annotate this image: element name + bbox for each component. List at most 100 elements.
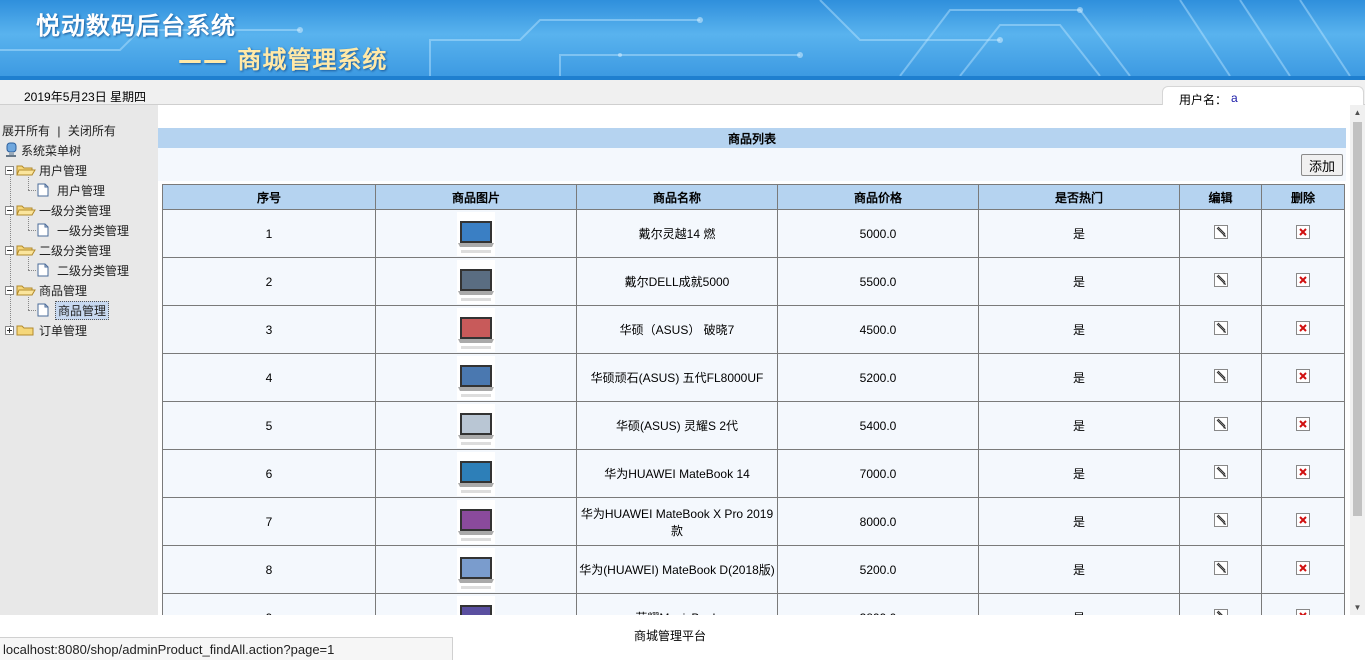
table-row: 6 华为HUAWEI MateBook 14 7000.0 是 <box>162 449 1345 498</box>
page-icon <box>37 263 49 277</box>
user-info-box: 用户名： a <box>1162 86 1364 107</box>
scroll-down-arrow-icon[interactable]: ▼ <box>1350 600 1365 615</box>
delete-icon <box>1296 273 1310 287</box>
tree-group-category1[interactable]: 一级分类管理 <box>5 201 111 219</box>
product-image-cell <box>375 497 577 546</box>
tree-item-product-manage[interactable]: 商品管理 <box>37 300 110 320</box>
vertical-scrollbar[interactable]: ▲ ▼ <box>1350 105 1365 615</box>
product-hot: 是 <box>978 305 1180 354</box>
folder-closed-icon <box>16 325 34 336</box>
delete-cell <box>1261 257 1345 306</box>
product-price: 5500.0 <box>777 257 979 306</box>
sidebar-menu: 展开所有 | 关闭所有 系统菜单树 用户管理 用户管理 一级分类管理 一级分类管… <box>0 105 158 615</box>
folder-open-icon <box>16 205 36 216</box>
row-number: 8 <box>162 545 376 594</box>
edit-cell <box>1179 257 1262 306</box>
delete-cell <box>1261 545 1345 594</box>
row-number: 4 <box>162 353 376 402</box>
collapse-toggle-icon[interactable] <box>5 285 14 295</box>
table-header-row: 序号 商品图片 商品名称 商品价格 是否热门 编辑 删除 <box>162 184 1345 210</box>
header-banner: 悦动数码后台系统 —— 商城管理系统 <box>0 0 1365 76</box>
edit-link[interactable] <box>1213 561 1228 578</box>
edit-link[interactable] <box>1213 225 1228 242</box>
collapse-toggle-icon[interactable] <box>5 245 14 255</box>
table-row: 3 华硕（ASUS） 破晓7 4500.0 是 <box>162 305 1345 354</box>
tree-group-order[interactable]: 订单管理 <box>5 321 87 339</box>
folder-open-icon <box>16 245 36 256</box>
product-name: 华为HUAWEI MateBook X Pro 2019款 <box>576 497 778 546</box>
page-icon <box>37 183 49 197</box>
edit-cell <box>1179 545 1262 594</box>
collapse-toggle-icon[interactable] <box>5 165 14 175</box>
tree-group-user[interactable]: 用户管理 <box>5 161 87 179</box>
row-number: 9 <box>162 593 376 615</box>
delete-link[interactable] <box>1296 417 1310 434</box>
product-hot: 是 <box>978 593 1180 615</box>
edit-icon <box>1213 465 1228 479</box>
delete-icon <box>1296 417 1310 431</box>
expand-toggle-icon[interactable] <box>5 325 14 335</box>
tree-item-user-manage[interactable]: 用户管理 <box>37 181 105 199</box>
delete-link[interactable] <box>1296 369 1310 386</box>
tree-group-label: 订单管理 <box>39 323 88 338</box>
table-row: 8 华为(HUAWEI) MateBook D(2018版) 5200.0 是 <box>162 545 1345 594</box>
collapse-toggle-icon[interactable] <box>5 205 14 215</box>
add-product-button[interactable]: 添加 <box>1301 154 1343 176</box>
product-price: 5200.0 <box>777 545 979 594</box>
tree-root[interactable]: 系统菜单树 <box>4 141 81 159</box>
scrollbar-thumb[interactable] <box>1353 122 1362 516</box>
product-price: 5200.0 <box>777 353 979 402</box>
product-image-cell <box>375 401 577 450</box>
delete-icon <box>1296 225 1310 239</box>
edit-cell <box>1179 497 1262 546</box>
expand-all-link[interactable]: 展开所有 <box>2 124 50 138</box>
delete-link[interactable] <box>1296 513 1310 530</box>
page-icon <box>37 303 49 317</box>
table-row: 2 戴尔DELL成就5000 5500.0 是 <box>162 257 1345 306</box>
product-image-cell <box>375 305 577 354</box>
product-price: 5400.0 <box>777 401 979 450</box>
edit-link[interactable] <box>1213 321 1228 338</box>
edit-link[interactable] <box>1213 369 1228 386</box>
edit-icon <box>1213 321 1228 335</box>
tree-group-label: 用户管理 <box>39 163 88 178</box>
delete-link[interactable] <box>1296 561 1310 578</box>
delete-link[interactable] <box>1296 321 1310 338</box>
tree-group-product[interactable]: 商品管理 <box>5 281 87 299</box>
edit-link[interactable] <box>1213 465 1228 482</box>
edit-icon <box>1213 513 1228 527</box>
product-thumbnail <box>457 451 495 496</box>
delete-link[interactable] <box>1296 465 1310 482</box>
product-thumbnail <box>457 547 495 592</box>
product-hot: 是 <box>978 497 1180 546</box>
product-price: 8000.0 <box>777 497 979 546</box>
product-image-cell <box>375 545 577 594</box>
collapse-all-link[interactable]: 关闭所有 <box>68 124 116 138</box>
tree-group-category2[interactable]: 二级分类管理 <box>5 241 111 259</box>
table-row: 1 戴尔灵越14 燃 5000.0 是 <box>162 209 1345 258</box>
app-title: 悦动数码后台系统 <box>36 12 236 40</box>
edit-icon <box>1213 561 1228 575</box>
table-row: 9 荣耀MagicBook3899.0是 <box>162 593 1345 615</box>
product-name: 华为(HUAWEI) MateBook D(2018版) <box>576 545 778 594</box>
tree-item-category1-manage[interactable]: 一级分类管理 <box>37 221 129 239</box>
product-hot: 是 <box>978 449 1180 498</box>
edit-link[interactable] <box>1213 417 1228 434</box>
table-row: 7 华为HUAWEI MateBook X Pro 2019款 8000.0 是 <box>162 497 1345 546</box>
delete-link[interactable] <box>1296 225 1310 242</box>
scroll-up-arrow-icon[interactable]: ▲ <box>1350 105 1365 120</box>
product-hot: 是 <box>978 545 1180 594</box>
edit-cell <box>1179 401 1262 450</box>
row-number: 7 <box>162 497 376 546</box>
product-hot: 是 <box>978 209 1180 258</box>
delete-link[interactable] <box>1296 273 1310 290</box>
tree-controls: 展开所有 | 关闭所有 <box>2 122 116 139</box>
row-number: 1 <box>162 209 376 258</box>
column-header: 商品价格 <box>777 184 979 210</box>
edit-link[interactable] <box>1213 273 1228 290</box>
tree-item-category2-manage[interactable]: 二级分类管理 <box>37 261 129 279</box>
product-image-cell <box>375 209 577 258</box>
column-header: 是否热门 <box>978 184 1180 210</box>
folder-open-icon <box>16 165 36 176</box>
edit-link[interactable] <box>1213 513 1228 530</box>
